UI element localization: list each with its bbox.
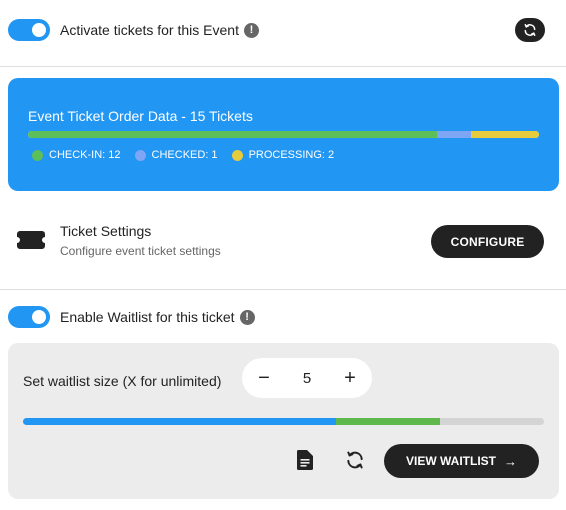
waitlist-toggle[interactable] xyxy=(8,306,50,328)
ticket-settings-title: Ticket Settings xyxy=(60,223,152,239)
legend-dot-icon xyxy=(231,149,243,161)
toggle-knob xyxy=(32,23,46,37)
legend-item: CHECK-IN: 12 xyxy=(32,149,121,161)
refresh-button[interactable] xyxy=(515,18,545,42)
legend-dot-icon xyxy=(134,149,146,161)
waitlist-card: Set waitlist size (X for unlimited) − 5 … xyxy=(8,343,559,499)
waitlist-progress-bar xyxy=(23,418,544,425)
activate-tickets-label: Activate tickets for this Event xyxy=(60,22,239,38)
waitlist-size-stepper[interactable]: − 5 + xyxy=(242,358,372,398)
order-data-title: Event Ticket Order Data - 15 Tickets xyxy=(28,108,253,124)
document-icon[interactable] xyxy=(297,450,313,470)
activate-tickets-toggle[interactable] xyxy=(8,19,50,41)
order-bar-segment xyxy=(28,131,437,138)
order-bar-segment xyxy=(470,131,539,138)
legend-item: PROCESSING: 2 xyxy=(231,149,335,161)
legend-label: CHECK-IN: 12 xyxy=(49,149,121,161)
waitlist-row: Enable Waitlist for this ticket ! xyxy=(8,306,255,328)
info-icon[interactable]: ! xyxy=(239,309,255,325)
activate-tickets-row: Activate tickets for this Event ! xyxy=(8,19,259,41)
arrow-right-icon: → xyxy=(504,453,517,469)
divider xyxy=(0,289,566,290)
order-bar-segment xyxy=(436,131,471,138)
waitlist-bar-segment xyxy=(335,418,440,425)
waitlist-size-value[interactable]: 5 xyxy=(303,370,311,387)
view-waitlist-button[interactable]: VIEW WAITLIST → xyxy=(384,444,539,478)
waitlist-size-label: Set waitlist size (X for unlimited) xyxy=(23,373,222,389)
order-data-card: Event Ticket Order Data - 15 Tickets CHE… xyxy=(8,78,559,191)
legend-label: PROCESSING: 2 xyxy=(248,149,335,161)
legend-label: CHECKED: 1 xyxy=(151,149,218,161)
refresh-icon[interactable] xyxy=(345,450,365,470)
legend-item: CHECKED: 1 xyxy=(134,149,218,161)
order-legend: CHECK-IN: 12 CHECKED: 1 PROCESSING: 2 xyxy=(32,149,348,161)
decrement-button[interactable]: − xyxy=(256,368,272,388)
toggle-knob xyxy=(32,310,46,324)
ticket-icon xyxy=(17,231,45,249)
increment-button[interactable]: + xyxy=(342,368,358,388)
order-progress-bar xyxy=(28,131,539,138)
legend-dot-icon xyxy=(32,149,43,161)
ticket-settings-subtitle: Configure event ticket settings xyxy=(60,244,221,258)
refresh-icon xyxy=(524,23,536,37)
waitlist-bar-segment xyxy=(23,418,336,425)
waitlist-label: Enable Waitlist for this ticket xyxy=(60,309,235,325)
configure-button[interactable]: CONFIGURE xyxy=(431,225,544,258)
divider xyxy=(0,66,566,67)
view-waitlist-label: VIEW WAITLIST xyxy=(406,454,496,468)
info-icon[interactable]: ! xyxy=(243,22,259,38)
